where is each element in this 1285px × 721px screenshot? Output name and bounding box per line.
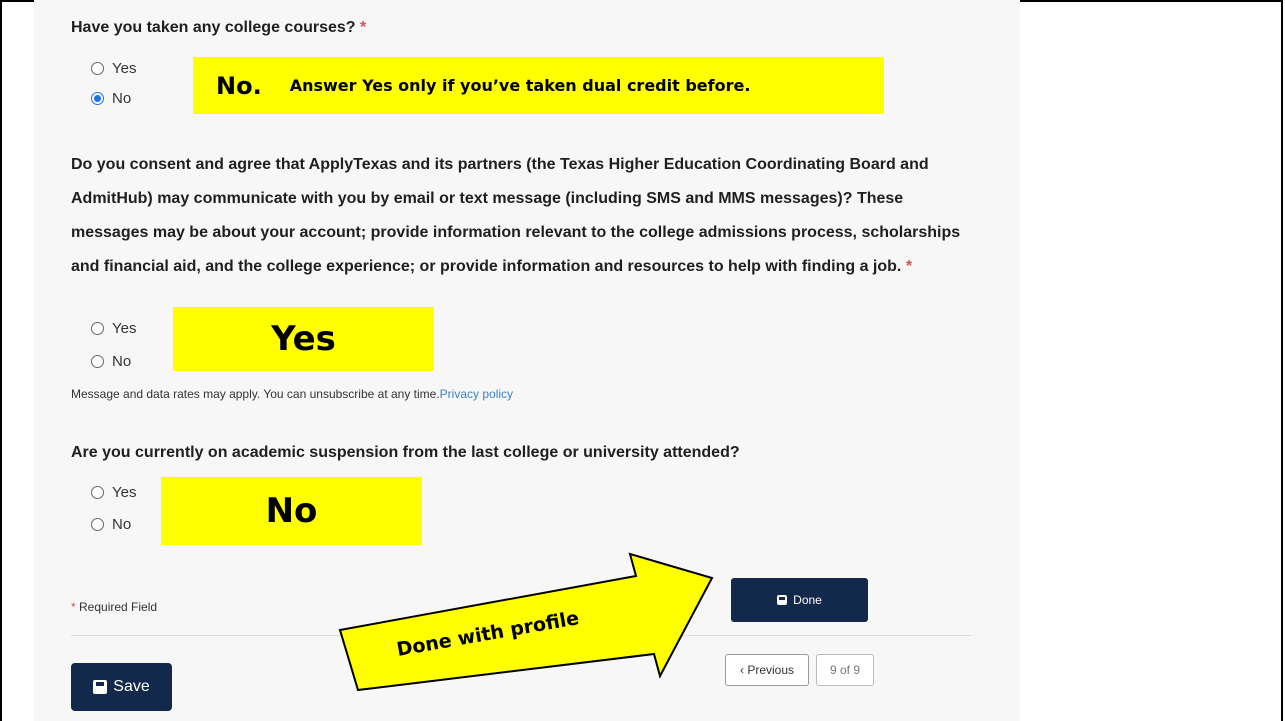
option-label: No [112,516,132,533]
required-star: * [71,600,76,614]
q1-option-no[interactable]: No [91,90,131,107]
annotation-q3-answer: No [265,491,318,531]
save-disk-icon [777,595,788,605]
radio-button[interactable] [91,62,104,75]
option-label: No [112,353,132,370]
required-field-text: Required Field [79,600,158,614]
page-indicator: 9 of 9 [816,654,874,686]
required-marker: * [905,258,913,275]
consent-note: Message and data rates may apply. You ca… [71,387,513,401]
annotation-q1: No. Answer Yes only if you’ve taken dual… [193,57,884,114]
previous-label: ‹ Previous [739,663,795,677]
save-label: Save [113,678,150,695]
radio-button-selected[interactable] [91,92,104,105]
option-label: Yes [112,60,137,77]
option-label: Yes [112,320,137,337]
question-text: Do you consent and agree that ApplyTexas… [71,156,961,275]
done-button[interactable]: Done [731,578,868,622]
annotation-q1-hint: Answer Yes only if you’ve taken dual cre… [289,76,751,95]
save-disk-icon [93,680,108,694]
required-field-note: * Required Field [71,600,157,614]
q2-option-no[interactable]: No [91,353,131,370]
option-label: No [112,90,132,107]
annotation-q3: No [161,477,422,545]
question-text: Have you taken any college courses? [71,19,356,36]
radio-button[interactable] [91,322,104,335]
done-label: Done [793,593,822,607]
annotation-q2: Yes [173,307,434,371]
consent-note-text: Message and data rates may apply. You ca… [71,387,440,401]
q2-option-yes[interactable]: Yes [91,320,136,337]
save-button[interactable]: Save [71,663,172,711]
privacy-policy-link[interactable]: Privacy policy [440,387,513,401]
radio-button[interactable] [91,518,104,531]
yellow-arrow-annotation: Done with profile [338,552,714,692]
page-indicator-text: 9 of 9 [829,663,861,677]
question-consent: Do you consent and agree that ApplyTexas… [71,148,971,284]
q3-option-yes[interactable]: Yes [91,484,136,501]
question-academic-suspension: Are you currently on academic suspension… [71,444,740,462]
annotation-q1-answer: No. [216,71,262,100]
q1-option-yes[interactable]: Yes [91,60,136,77]
question-text: Are you currently on academic suspension… [71,444,740,461]
radio-button[interactable] [91,355,104,368]
previous-button[interactable]: ‹ Previous [725,654,809,686]
q3-option-no[interactable]: No [91,516,131,533]
option-label: Yes [112,484,137,501]
required-marker: * [360,19,367,36]
question-college-courses: Have you taken any college courses? * [71,19,366,37]
annotation-q2-answer: Yes [271,319,336,359]
radio-button[interactable] [91,486,104,499]
